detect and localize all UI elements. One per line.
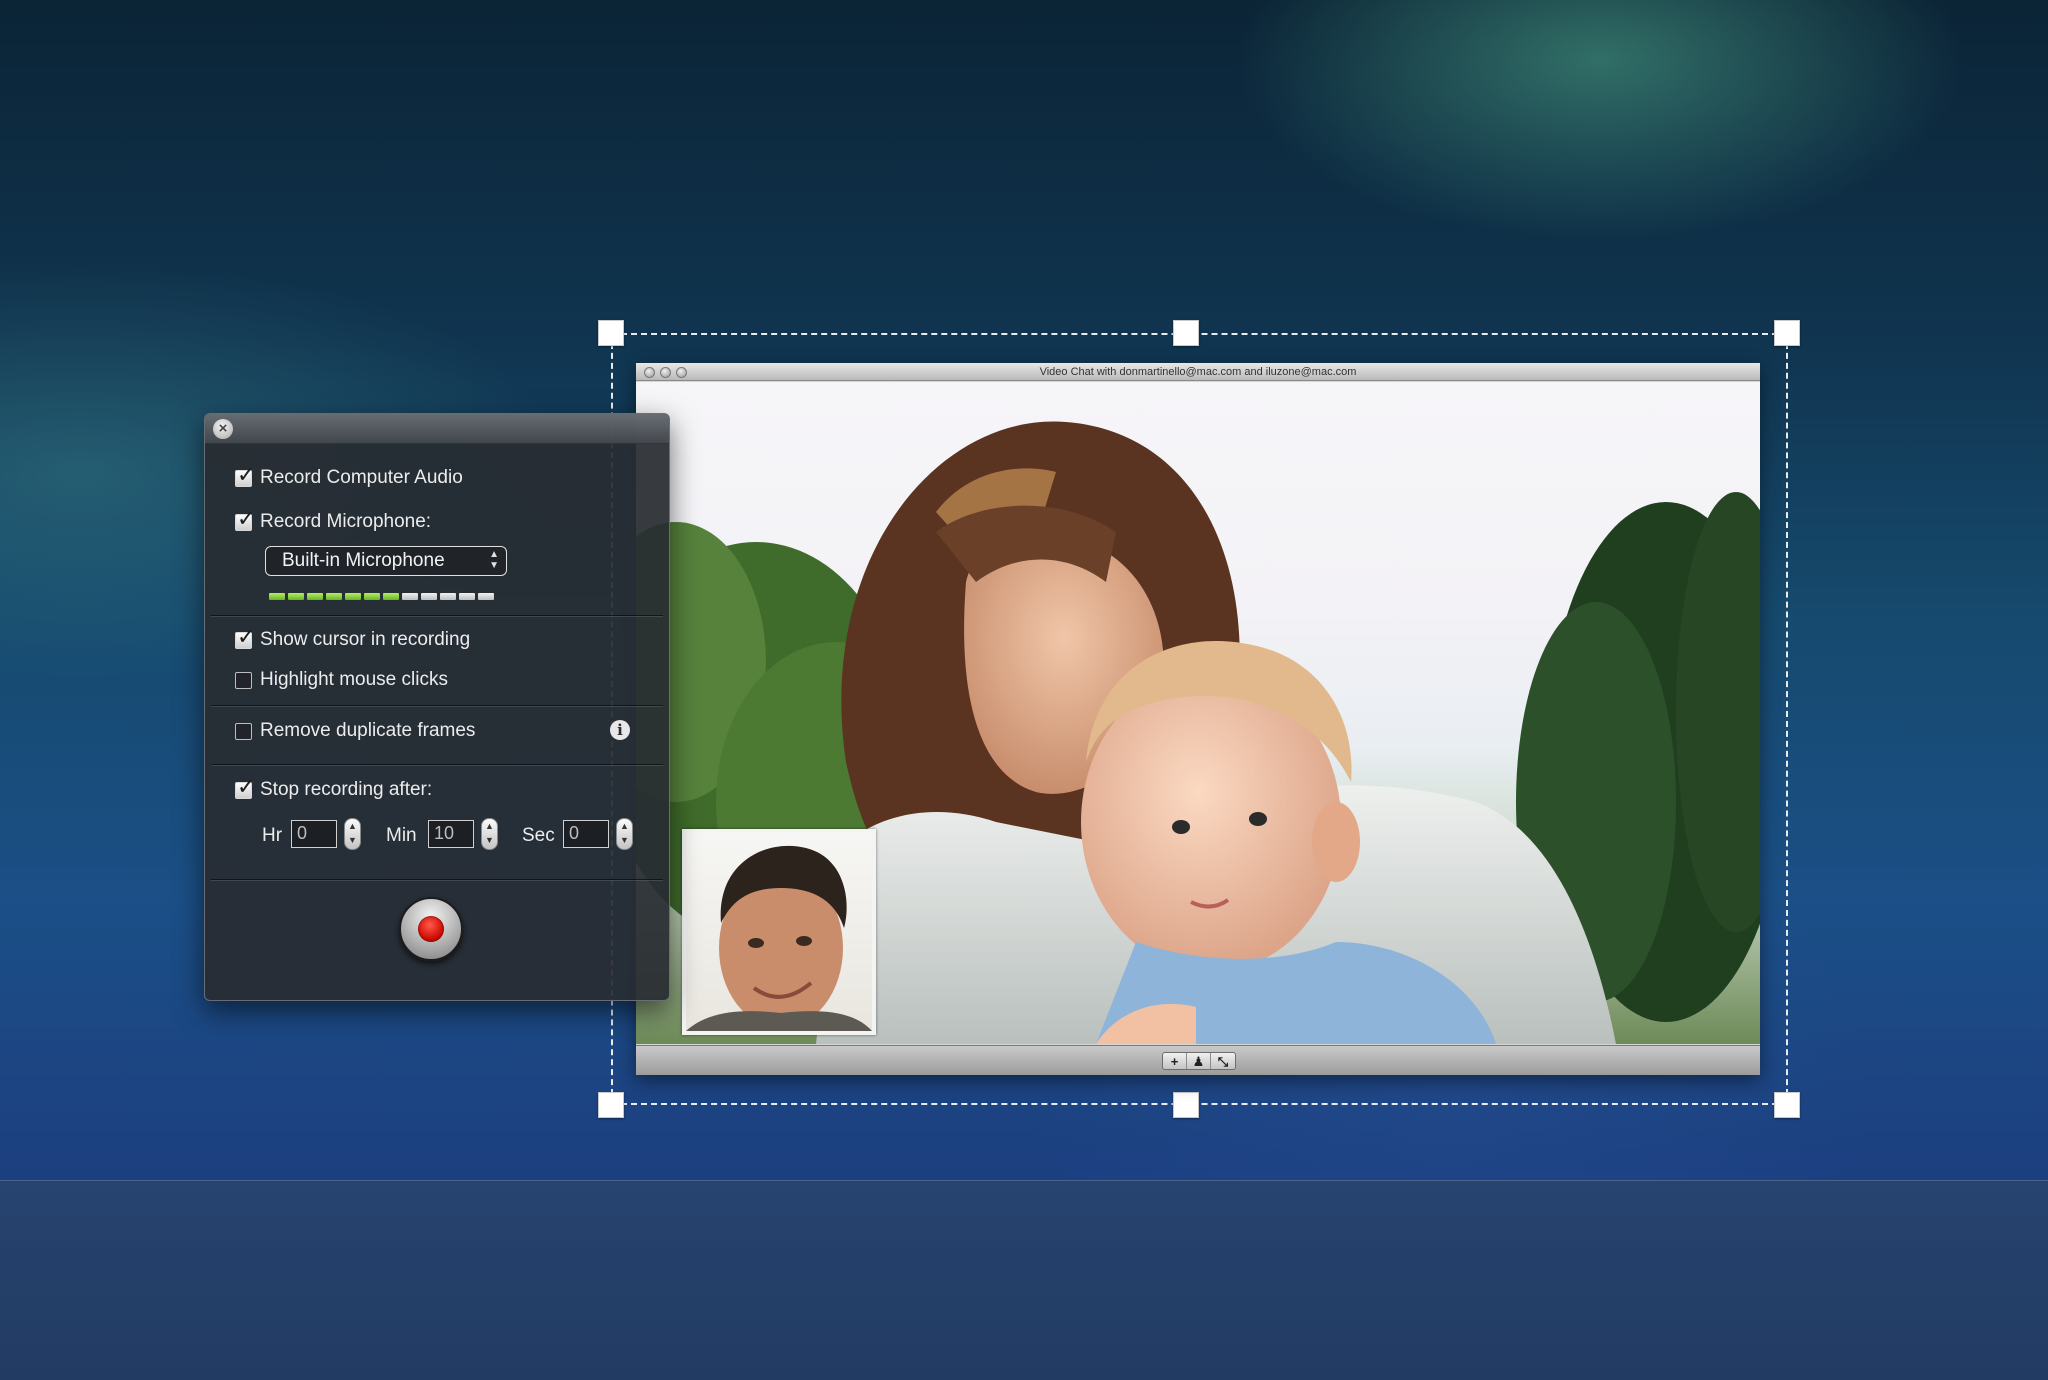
divider [211, 705, 663, 707]
meter-segment [383, 593, 399, 600]
minutes-label: Min [386, 825, 417, 846]
divider [211, 764, 663, 766]
record-computer-audio-label: Record Computer Audio [260, 467, 463, 488]
video-chat-title: Video Chat with donmartinello@mac.com an… [1039, 366, 1357, 378]
checkmark-icon: ✓ [237, 773, 256, 799]
add-participant-button[interactable]: + [1163, 1053, 1187, 1069]
remove-duplicates-label: Remove duplicate frames [260, 720, 476, 741]
show-cursor-option[interactable]: ✓ Show cursor in recording [235, 625, 471, 653]
minimize-window-button[interactable] [660, 367, 671, 378]
info-icon[interactable]: i [610, 720, 630, 740]
video-chat-titlebar[interactable]: Video Chat with donmartinello@mac.com an… [636, 363, 1760, 381]
desktop-floor [0, 1180, 2048, 1380]
close-icon[interactable]: × [213, 419, 233, 439]
resize-handle-top-right[interactable] [1774, 320, 1800, 346]
meter-segment [288, 593, 304, 600]
remove-duplicates-checkbox[interactable] [235, 722, 252, 740]
seconds-label: Sec [522, 825, 555, 846]
meter-segment [269, 593, 285, 600]
record-icon [418, 916, 444, 942]
mute-button[interactable]: ♟ [1187, 1053, 1211, 1069]
video-feed [636, 382, 1760, 1044]
zoom-window-button[interactable] [676, 367, 687, 378]
resize-handle-bottom-left[interactable] [598, 1092, 624, 1118]
minutes-stepper[interactable]: ▲ ▼ [481, 818, 498, 850]
record-button[interactable] [399, 897, 463, 961]
up-down-arrows-icon: ▲ ▼ [489, 549, 499, 571]
resize-handle-bottom-center[interactable] [1173, 1092, 1199, 1118]
divider [211, 615, 663, 617]
remove-duplicates-option[interactable]: Remove duplicate frames [235, 718, 475, 744]
record-computer-audio-checkbox[interactable]: ✓ [235, 463, 255, 487]
audio-level-meter [269, 593, 494, 600]
meter-segment [402, 593, 418, 600]
record-microphone-option[interactable]: ✓ Record Microphone: [235, 507, 432, 535]
video-chat-controls: + ♟ ⤡ [1162, 1052, 1236, 1070]
show-cursor-label: Show cursor in recording [260, 629, 471, 650]
microphone-select-value: Built-in Microphone [282, 550, 445, 571]
video-chat-toolbar: + ♟ ⤡ [636, 1045, 1760, 1075]
highlight-clicks-label: Highlight mouse clicks [260, 669, 448, 690]
meter-segment [307, 593, 323, 600]
checkmark-icon: ✓ [237, 505, 256, 531]
meter-segment [364, 593, 380, 600]
self-view-image [686, 845, 872, 1031]
panel-titlebar[interactable]: × [205, 414, 669, 444]
meter-segment [478, 593, 494, 600]
self-view-thumbnail[interactable] [682, 829, 876, 1035]
stop-recording-option[interactable]: ✓ Stop recording after: [235, 775, 433, 803]
recording-options-panel: × ✓ Record Computer Audio ✓ Record Micro… [204, 413, 670, 1001]
hours-stepper[interactable]: ▲ ▼ [344, 818, 361, 850]
seconds-stepper[interactable]: ▲ ▼ [616, 818, 633, 850]
meter-segment [326, 593, 342, 600]
meter-segment [421, 593, 437, 600]
window-controls [644, 367, 687, 378]
highlight-clicks-checkbox[interactable] [235, 671, 252, 689]
resize-handle-top-left[interactable] [598, 320, 624, 346]
checkmark-icon: ✓ [237, 461, 256, 487]
checkmark-icon: ✓ [237, 623, 256, 649]
minutes-field[interactable]: 10 [428, 820, 474, 848]
meter-segment [345, 593, 361, 600]
fullscreen-button[interactable]: ⤡ [1211, 1053, 1235, 1069]
meter-segment [440, 593, 456, 600]
resize-handle-top-center[interactable] [1173, 320, 1199, 346]
record-microphone-checkbox[interactable]: ✓ [235, 507, 255, 531]
show-cursor-checkbox[interactable]: ✓ [235, 625, 255, 649]
microphone-select[interactable]: Built-in Microphone ▲ ▼ [265, 546, 507, 576]
record-computer-audio-option[interactable]: ✓ Record Computer Audio [235, 463, 463, 491]
close-window-button[interactable] [644, 367, 655, 378]
hours-field[interactable]: 0 [291, 820, 337, 848]
video-chat-window[interactable]: Video Chat with donmartinello@mac.com an… [636, 363, 1760, 1075]
stop-recording-checkbox[interactable]: ✓ [235, 775, 255, 799]
hours-label: Hr [262, 825, 283, 846]
divider [211, 879, 663, 881]
seconds-field[interactable]: 0 [563, 820, 609, 848]
stop-recording-label: Stop recording after: [260, 779, 433, 800]
meter-segment [459, 593, 475, 600]
resize-handle-bottom-right[interactable] [1774, 1092, 1800, 1118]
record-microphone-label: Record Microphone: [260, 511, 432, 532]
highlight-clicks-option[interactable]: Highlight mouse clicks [235, 667, 448, 693]
